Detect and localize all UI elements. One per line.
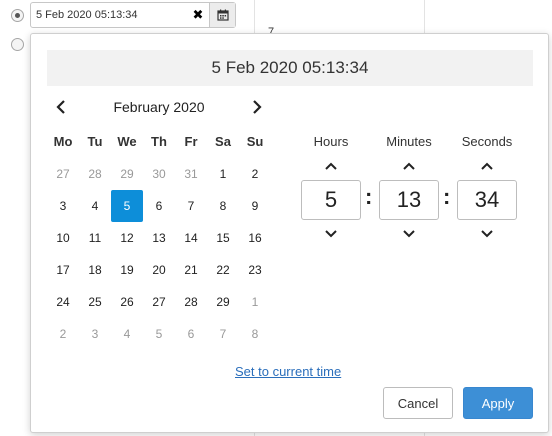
weekday-label: Th (151, 134, 167, 149)
calendar-week: 17 18 19 20 21 22 23 (47, 254, 271, 286)
hours-increment-icon[interactable] (300, 156, 362, 176)
calendar-day[interactable]: 27 (143, 286, 175, 318)
calendar-day[interactable]: 29 (111, 158, 143, 190)
calendar-week: 3 4 5 6 7 8 9 (47, 190, 271, 222)
previous-month-icon[interactable] (51, 97, 71, 117)
seconds-decrement-icon[interactable] (456, 224, 518, 244)
hours-decrement-icon[interactable] (300, 224, 362, 244)
calendar-day[interactable]: 3 (47, 190, 79, 222)
calendar-day[interactable]: 1 (239, 286, 271, 318)
calendar-day[interactable]: 10 (47, 222, 79, 254)
time-separator: : (443, 184, 451, 209)
calendar-day[interactable]: 1 (207, 158, 239, 190)
calendar-week: 2 3 4 5 6 7 8 (47, 318, 271, 350)
month-label: February 2020 (113, 99, 205, 115)
calendar-week: 24 25 26 27 28 29 1 (47, 286, 271, 318)
calendar-day[interactable]: 17 (47, 254, 79, 286)
calendar-icon[interactable] (209, 3, 235, 27)
calendar-day[interactable]: 7 (207, 318, 239, 350)
clear-icon[interactable]: ✖ (187, 7, 209, 23)
seconds-increment-icon[interactable] (456, 156, 518, 176)
weekday-header: Mo Tu We Th Fr Sa Su (47, 134, 271, 149)
calendar-navigation: February 2020 (51, 97, 267, 117)
calendar-day[interactable]: 23 (239, 254, 271, 286)
set-current-time-link[interactable]: Set to current time (235, 364, 341, 379)
minutes-column: Minutes 13 (378, 134, 440, 244)
time-separator: : (365, 184, 373, 209)
calendar-day[interactable]: 4 (111, 318, 143, 350)
calendar-day[interactable]: 20 (143, 254, 175, 286)
calendar-grid: 27 28 29 30 31 1 2 3 4 5 6 7 8 9 10 11 1… (47, 158, 271, 350)
calendar-day[interactable]: 11 (79, 222, 111, 254)
seconds-column: Seconds 34 (456, 134, 518, 244)
calendar-week: 27 28 29 30 31 1 2 (47, 158, 271, 190)
hours-value[interactable]: 5 (301, 180, 361, 220)
calendar-day[interactable]: 2 (47, 318, 79, 350)
weekday-label: Mo (53, 134, 73, 149)
apply-button[interactable]: Apply (463, 387, 533, 419)
calendar-day[interactable]: 14 (175, 222, 207, 254)
calendar-day[interactable]: 13 (143, 222, 175, 254)
calendar-day[interactable]: 16 (239, 222, 271, 254)
cancel-button[interactable]: Cancel (383, 387, 453, 419)
calendar-day[interactable]: 8 (239, 318, 271, 350)
calendar-day[interactable]: 29 (207, 286, 239, 318)
weekday-label: Fr (184, 134, 198, 149)
calendar-day[interactable]: 6 (175, 318, 207, 350)
calendar-day[interactable]: 26 (111, 286, 143, 318)
calendar-day[interactable]: 18 (79, 254, 111, 286)
radio-selected[interactable] (11, 9, 24, 22)
calendar-day[interactable]: 2 (239, 158, 271, 190)
calendar-week: 10 11 12 13 14 15 16 (47, 222, 271, 254)
calendar-day[interactable]: 24 (47, 286, 79, 318)
calendar-day[interactable]: 6 (143, 190, 175, 222)
datetime-picker-popup: 5 Feb 2020 05:13:34 February 2020 Mo Tu … (30, 33, 549, 433)
selected-day-label[interactable]: 5 (111, 190, 143, 222)
calendar-day[interactable]: 21 (175, 254, 207, 286)
calendar-day[interactable]: 30 (143, 158, 175, 190)
weekday-label: We (117, 134, 137, 149)
calendar-day[interactable]: 22 (207, 254, 239, 286)
minutes-decrement-icon[interactable] (378, 224, 440, 244)
selected-datetime-header: 5 Feb 2020 05:13:34 (47, 50, 533, 86)
weekday-label: Su (246, 134, 264, 149)
calendar-day[interactable]: 25 (79, 286, 111, 318)
calendar-day[interactable]: 27 (47, 158, 79, 190)
hours-column: Hours 5 (300, 134, 362, 244)
calendar-day[interactable]: 8 (207, 190, 239, 222)
calendar-day[interactable]: 5 (143, 318, 175, 350)
calendar-day[interactable]: 28 (79, 158, 111, 190)
seconds-value[interactable]: 34 (457, 180, 517, 220)
datetime-input-value[interactable]: 5 Feb 2020 05:13:34 (31, 9, 187, 21)
hours-label: Hours (313, 134, 349, 149)
calendar-day[interactable]: 31 (175, 158, 207, 190)
calendar-day[interactable]: 3 (79, 318, 111, 350)
minutes-increment-icon[interactable] (378, 156, 440, 176)
weekday-label: Sa (215, 134, 231, 149)
calendar-day[interactable]: 19 (111, 254, 143, 286)
minutes-value[interactable]: 13 (379, 180, 439, 220)
calendar-day[interactable]: 4 (79, 190, 111, 222)
weekday-label: Tu (87, 134, 103, 149)
radio-unselected[interactable] (11, 38, 24, 51)
next-month-icon[interactable] (247, 97, 267, 117)
seconds-label: Seconds (461, 134, 513, 149)
calendar-day[interactable]: 15 (207, 222, 239, 254)
minutes-label: Minutes (386, 134, 432, 149)
calendar-day[interactable]: 7 (175, 190, 207, 222)
calendar-day[interactable]: 12 (111, 222, 143, 254)
calendar-day[interactable]: 28 (175, 286, 207, 318)
datetime-input[interactable]: 5 Feb 2020 05:13:34 ✖ (30, 2, 236, 28)
calendar-day-selected[interactable]: 5 (111, 190, 143, 222)
calendar-day[interactable]: 9 (239, 190, 271, 222)
